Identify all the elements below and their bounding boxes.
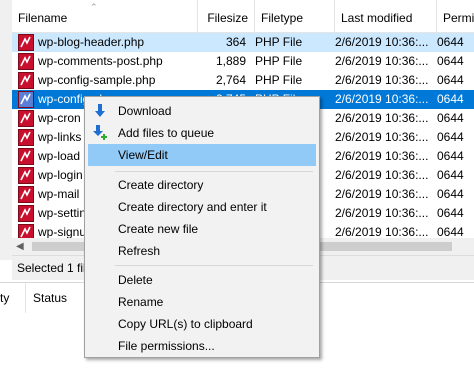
php-file-icon (18, 72, 34, 89)
column-header-filetype[interactable]: Filetype (255, 0, 335, 32)
menu-item-add-files-to-queue[interactable]: Add files to queue (88, 122, 316, 144)
menu-item-download-label: Download (118, 104, 172, 118)
file-last-modified: 2/6/2019 10:36:... (335, 111, 429, 125)
file-permissions: 0644 (437, 111, 464, 125)
file-name: wp-config-sample.php (38, 73, 156, 87)
context-menu: Download Add files to queue View/Edit Cr… (84, 96, 320, 358)
menu-item-create-directory-label: Create directory (118, 178, 204, 192)
file-last-modified: 2/6/2019 10:36:... (335, 130, 429, 144)
menu-item-add-files-to-queue-label: Add files to queue (118, 126, 215, 140)
menu-separator (115, 265, 313, 266)
menu-separator (115, 171, 313, 172)
table-row[interactable]: wp-config-sample.php 2,764 PHP File 2/6/201… (12, 71, 474, 90)
menu-item-create-new-file-label: Create new file (118, 222, 199, 236)
php-file-icon (18, 148, 34, 165)
file-last-modified: 2/6/2019 10:36:... (335, 168, 429, 182)
file-list-header: Filename ⌃ Filesize Filetype Last modifi… (12, 0, 474, 33)
menu-item-copy-url-label: Copy URL(s) to clipboard (118, 317, 253, 331)
php-file-icon (18, 34, 34, 51)
file-last-modified: 2/6/2019 10:36:... (335, 92, 429, 106)
queue-column-type[interactable]: ty (0, 283, 26, 313)
file-permissions: 0644 (437, 35, 464, 49)
file-size: 364 (225, 35, 246, 49)
column-header-filesize-label: Filesize (207, 11, 248, 25)
file-permissions: 0644 (437, 73, 464, 87)
file-permissions: 0644 (437, 187, 464, 201)
menu-item-file-permissions-label: File permissions... (118, 339, 215, 353)
file-permissions: 0644 (437, 206, 464, 220)
column-header-last-modified-label: Last modified (341, 11, 413, 25)
file-size: 2,764 (215, 73, 246, 87)
queue-column-type-label: ty (0, 291, 10, 305)
column-header-permissions-label: Permiss (443, 11, 474, 25)
menu-item-create-directory[interactable]: Create directory (88, 174, 316, 196)
menu-item-view-edit-label: View/Edit (118, 148, 168, 162)
file-last-modified: 2/6/2019 10:36:... (335, 149, 429, 163)
php-file-icon (18, 167, 34, 184)
column-header-filesize[interactable]: Filesize (198, 0, 255, 32)
file-type: PHP File (255, 35, 303, 49)
column-header-filename-label: Filename (18, 11, 68, 25)
menu-item-create-new-file[interactable]: Create new file (88, 218, 316, 240)
scroll-left-icon[interactable]: ◀ (16, 241, 24, 252)
file-permissions: 0644 (437, 168, 464, 182)
php-file-icon (18, 53, 34, 70)
queue-column-status-label: Status (33, 291, 68, 305)
sort-ascending-icon: ⌃ (90, 2, 98, 12)
menu-item-refresh[interactable]: Refresh (88, 240, 316, 262)
menu-item-create-directory-and-enter-label: Create directory and enter it (118, 200, 267, 214)
queue-column-status[interactable]: Status (33, 283, 67, 313)
file-last-modified: 2/6/2019 10:36:... (335, 35, 429, 49)
table-row[interactable]: wp-blog-header.php 364 PHP File 2/6/2019 10… (12, 33, 474, 52)
download-arrow-icon (92, 103, 108, 119)
php-file-icon (18, 205, 34, 222)
menu-item-delete-label: Delete (118, 273, 153, 287)
file-last-modified: 2/6/2019 10:36:... (335, 73, 429, 87)
file-permissions: 0644 (437, 92, 464, 106)
column-header-permissions[interactable]: Permiss (437, 0, 474, 32)
php-file-icon (18, 91, 34, 108)
file-last-modified: 2/6/2019 10:36:... (335, 187, 429, 201)
file-name: wp-comments-post.php (38, 54, 163, 68)
menu-item-rename[interactable]: Rename (88, 291, 316, 313)
menu-item-refresh-label: Refresh (118, 244, 161, 258)
php-file-icon (18, 186, 34, 203)
menu-item-rename-label: Rename (118, 295, 164, 309)
menu-item-delete[interactable]: Delete (88, 269, 316, 291)
column-header-filename[interactable]: Filename ⌃ (12, 0, 198, 32)
file-permissions: 0644 (437, 130, 464, 144)
file-last-modified: 2/6/2019 10:36:... (335, 54, 429, 68)
menu-item-download[interactable]: Download (88, 100, 316, 122)
file-size: 1,889 (215, 54, 246, 68)
table-row[interactable]: wp-comments-post.php 1,889 PHP File 2/6/201… (12, 52, 474, 71)
php-file-icon (18, 129, 34, 146)
menu-item-file-permissions[interactable]: File permissions... (88, 335, 316, 357)
add-to-queue-icon (92, 125, 108, 141)
column-header-filetype-label: Filetype (261, 11, 304, 25)
menu-item-view-edit[interactable]: View/Edit (88, 144, 316, 166)
file-last-modified: 2/6/2019 10:36:... (335, 206, 429, 220)
menu-item-create-directory-and-enter[interactable]: Create directory and enter it (88, 196, 316, 218)
menu-item-copy-url[interactable]: Copy URL(s) to clipboard (88, 313, 316, 335)
file-permissions: 0644 (437, 149, 464, 163)
status-text: Selected 1 fil (17, 261, 86, 275)
column-header-last-modified[interactable]: Last modified (335, 0, 437, 32)
file-name: wp-blog-header.php (38, 35, 145, 49)
php-file-icon (18, 110, 34, 127)
file-type: PHP File (255, 73, 303, 87)
file-permissions: 0644 (437, 54, 464, 68)
file-type: PHP File (255, 54, 303, 68)
